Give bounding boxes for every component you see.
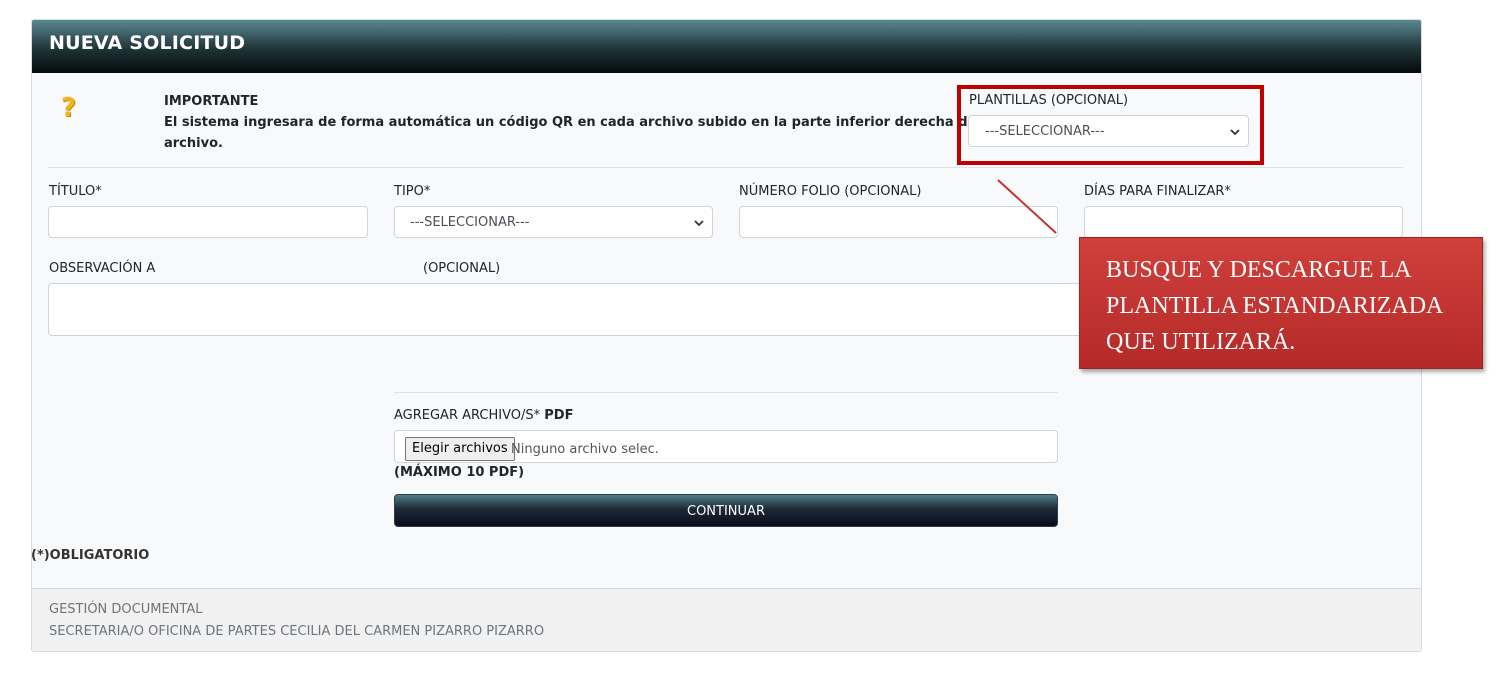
dias-label: DÍAS PARA FINALIZAR* [1084, 184, 1231, 199]
divider [48, 167, 1403, 168]
tipo-select[interactable]: ---SELECCIONAR--- [394, 206, 713, 238]
folio-label: NÚMERO FOLIO (OPCIONAL) [739, 184, 922, 199]
tipo-selected-value: ---SELECCIONAR--- [410, 215, 530, 230]
footer: GESTIÓN DOCUMENTAL SECRETARIA/O OFICINA … [32, 588, 1421, 651]
annotation-callout: BUSQUE Y DESCARGUE LA PLANTILLA ESTANDAR… [1079, 237, 1483, 369]
observacion-label: OBSERVACIÓN A [49, 261, 156, 276]
annotation-highlight-box [957, 85, 1264, 165]
tipo-label: TIPO* [394, 184, 431, 199]
annotation-pointer-line [997, 179, 1057, 234]
notice-text-line2: archivo. [164, 136, 223, 151]
observacion-optional-label: (OPCIONAL) [423, 261, 501, 276]
card-header: NUEVA SOLICITUD [32, 20, 1421, 73]
file-input[interactable]: Elegir archivos Ninguno archivo selec. [394, 430, 1058, 463]
upload-max-note: (MÁXIMO 10 PDF) [394, 465, 525, 480]
notice-title: IMPORTANTE [164, 94, 259, 109]
upload-label-text: AGREGAR ARCHIVO/S* [394, 408, 541, 423]
required-note: (*)OBLIGATORIO [31, 548, 150, 563]
question-mark-icon: ? [61, 93, 77, 123]
file-status-text: Ninguno archivo selec. [511, 442, 659, 457]
page-title: NUEVA SOLICITUD [49, 32, 246, 54]
titulo-label: TÍTULO* [49, 184, 102, 199]
continue-button-label: CONTINUAR [687, 504, 765, 519]
divider [394, 392, 1058, 393]
choose-files-button[interactable]: Elegir archivos [405, 437, 515, 461]
upload-label-pdf: PDF [544, 408, 574, 423]
footer-user-info: SECRETARIA/O OFICINA DE PARTES CECILIA D… [49, 624, 545, 639]
titulo-input[interactable] [48, 206, 368, 238]
continue-button[interactable]: CONTINUAR [394, 494, 1058, 527]
chevron-down-icon [694, 220, 704, 227]
notice-text-line1: El sistema ingresara de forma automática… [164, 115, 1021, 130]
upload-label: AGREGAR ARCHIVO/S* PDF [394, 408, 573, 423]
callout-text: BUSQUE Y DESCARGUE LA PLANTILLA ESTANDAR… [1106, 257, 1443, 355]
footer-app-name: GESTIÓN DOCUMENTAL [49, 602, 203, 617]
dias-input[interactable] [1084, 206, 1403, 238]
